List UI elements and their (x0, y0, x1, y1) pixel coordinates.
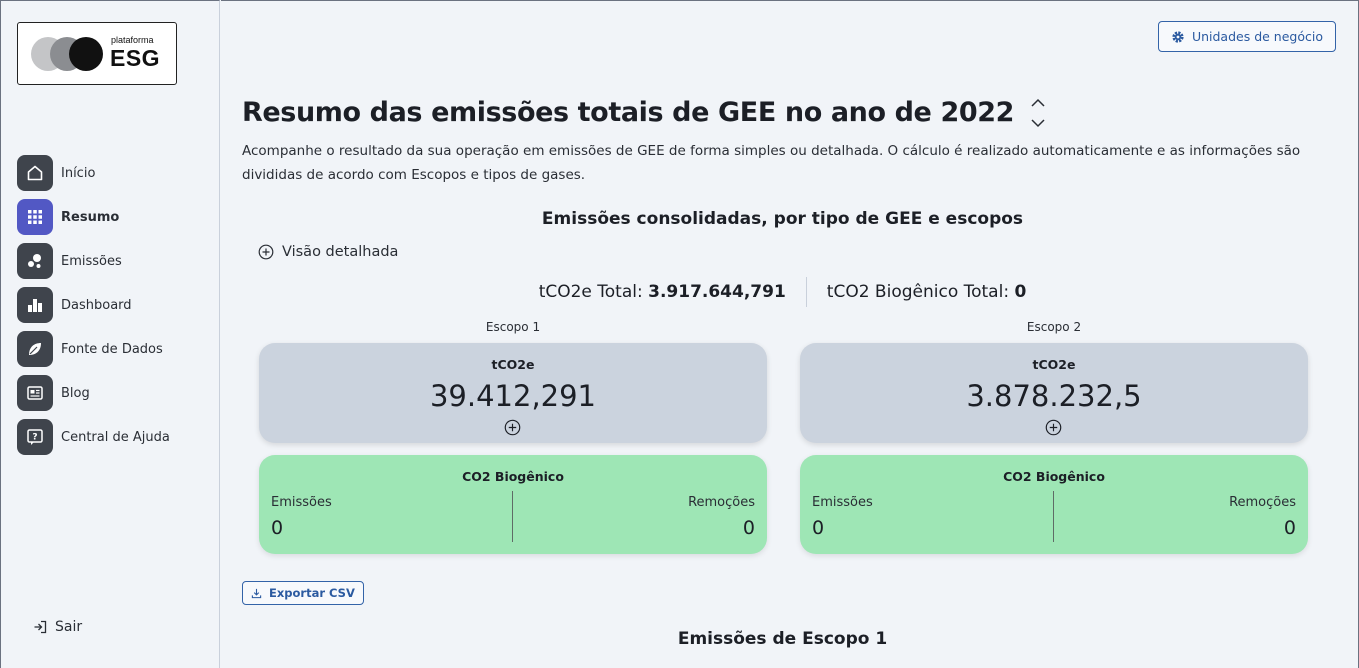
bubbles-icon (17, 243, 53, 279)
totals-divider (805, 277, 807, 307)
removals-label: Remoções (688, 495, 755, 510)
brand-logo[interactable]: plataforma ESG (17, 22, 177, 85)
biogenic-total-value: 0 (1014, 282, 1027, 302)
biogenic-title: CO2 Biogênico (462, 469, 564, 484)
expand-plus-icon[interactable] (1045, 419, 1062, 436)
expand-plus-icon[interactable] (504, 419, 521, 436)
biogenic-total-label: tCO2 Biogênico Total: (826, 282, 1010, 302)
scope-label: Escopo 2 (1026, 320, 1082, 334)
logo-circle-dark (69, 37, 103, 71)
detailed-view-label: Visão detalhada (282, 244, 399, 260)
logo-main-word: ESG (110, 45, 161, 71)
emissions-label: Emissões (271, 495, 332, 510)
logo-top-word: plataforma (111, 35, 154, 45)
home-icon (17, 155, 53, 191)
biogenic-card: CO2 Biogênico Emissões Remoções 0 0 (800, 455, 1308, 554)
sidebar-item-blog[interactable]: Blog (17, 375, 170, 411)
scope-2-panel: Escopo 2 tCO2e 3.878.232,5 CO2 Biogênico… (800, 317, 1308, 554)
business-units-label: Unidades de negócio (1191, 29, 1323, 44)
tco2e-total: tCO2e Total: 3.917.644,791 (539, 282, 786, 302)
chevron-up-icon (1031, 98, 1045, 107)
sidebar-item-label: Emissões (61, 253, 122, 269)
gear-icon (1172, 30, 1184, 43)
sidebar-item-label: Resumo (61, 209, 120, 225)
sidebar-item-label: Blog (61, 385, 90, 401)
emissions-label: Emissões (812, 495, 873, 510)
sidebar-item-emissoes[interactable]: Emissões (17, 243, 170, 279)
page-description: Acompanhe o resultado da sua operação em… (242, 143, 1301, 183)
sidebar-item-label: Início (61, 165, 96, 181)
scope-label: Escopo 1 (485, 320, 541, 334)
grid-icon (17, 199, 53, 235)
scope-value: 39.412,291 (429, 379, 597, 413)
scope-unit: tCO2e (1032, 357, 1076, 372)
biogenic-card: CO2 Biogênico Emissões Remoções 0 0 (259, 455, 767, 554)
sidebar-item-fonte-de-dados[interactable]: Fonte de Dados (17, 331, 170, 367)
emissions-value: 0 (812, 517, 825, 539)
help-icon: ? (17, 419, 53, 455)
main-content: Unidades de negócio Resumo das emissões … (221, 0, 1359, 668)
export-csv-label: Exportar CSV (269, 586, 355, 600)
logout-button[interactable]: Sair (33, 619, 82, 635)
sidebar-nav: Início Resumo Emissões Dashboard Fonte d… (17, 155, 170, 463)
scope-tco2e-card: tCO2e 3.878.232,5 (800, 343, 1308, 443)
plus-circle-icon (258, 244, 274, 260)
sidebar: plataforma ESG Início Resumo Emissões Da… (0, 0, 220, 668)
export-csv-button[interactable]: Exportar CSV (242, 581, 364, 605)
biogenic-total: tCO2 Biogênico Total: 0 (827, 282, 1027, 302)
year-stepper[interactable] (1030, 98, 1050, 128)
tco2e-total-label: tCO2e Total: (538, 282, 643, 302)
scope-value: 3.878.232,5 (966, 379, 1142, 413)
newspaper-icon (17, 375, 53, 411)
biogenic-title: CO2 Biogênico (1003, 469, 1105, 484)
download-icon (251, 588, 262, 598)
biogenic-divider (1053, 491, 1054, 542)
sidebar-item-central-de-ajuda[interactable]: ? Central de Ajuda (17, 419, 170, 455)
business-units-button[interactable]: Unidades de negócio (1157, 21, 1336, 52)
page-title-row: Resumo das emissões totais de GEE no ano… (242, 97, 1050, 128)
logout-label: Sair (55, 619, 83, 635)
biogenic-divider (512, 491, 513, 542)
scope-unit: tCO2e (491, 357, 535, 372)
scope-1-section-title: Emissões de Escopo 1 (677, 629, 888, 649)
sidebar-item-label: Dashboard (61, 297, 132, 313)
tco2e-total-value: 3.917.644,791 (648, 282, 786, 302)
sidebar-item-inicio[interactable]: Início (17, 155, 170, 191)
sidebar-item-label: Central de Ajuda (61, 429, 170, 445)
chevron-down-icon (1031, 118, 1045, 127)
scope-tco2e-card: tCO2e 39.412,291 (259, 343, 767, 443)
section-title: Emissões consolidadas, por tipo de GEE e… (541, 209, 1024, 229)
detailed-view-toggle[interactable]: Visão detalhada (258, 244, 398, 260)
scope-1-panel: Escopo 1 tCO2e 39.412,291 CO2 Biogênico … (259, 317, 767, 554)
totals-row: tCO2e Total: 3.917.644,791 tCO2 Biogênic… (221, 277, 1344, 307)
removals-value: 0 (742, 517, 755, 539)
sidebar-item-label: Fonte de Dados (61, 341, 163, 357)
leaf-icon (17, 331, 53, 367)
sidebar-item-dashboard[interactable]: Dashboard (17, 287, 170, 323)
emissions-value: 0 (271, 517, 284, 539)
page-title: Resumo das emissões totais de GEE no ano… (242, 97, 1015, 128)
removals-label: Remoções (1229, 495, 1296, 510)
removals-value: 0 (1283, 517, 1296, 539)
sidebar-item-resumo[interactable]: Resumo (17, 199, 170, 235)
svg-text:?: ? (32, 433, 37, 443)
logout-icon (34, 620, 47, 634)
bar-chart-icon (17, 287, 53, 323)
